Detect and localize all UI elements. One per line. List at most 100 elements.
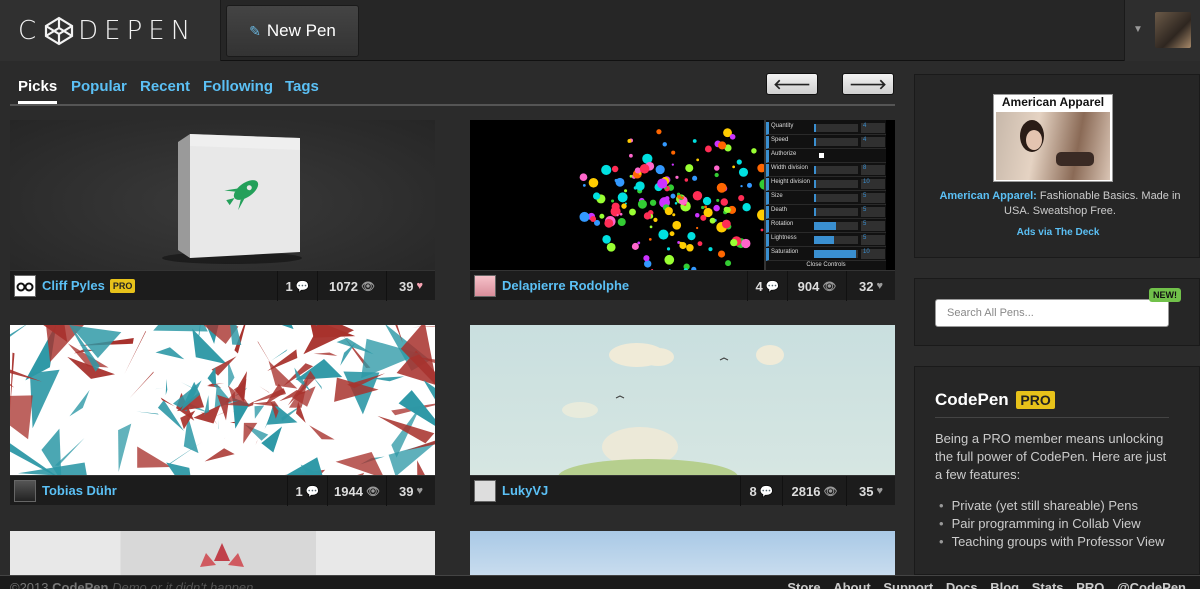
prev-page-button[interactable]: 🡐 [766, 73, 818, 95]
author-avatar[interactable] [14, 480, 36, 502]
eye-icon: 👁 [823, 485, 838, 498]
author-avatar[interactable] [474, 275, 496, 297]
footer-link-docs[interactable]: Docs [946, 580, 978, 589]
pen-card-partial[interactable] [470, 531, 895, 575]
control-row[interactable]: Lightness 5 [766, 234, 886, 247]
shards-preview [10, 325, 435, 475]
comments-count[interactable]: 4 💬 [747, 271, 787, 301]
footer-copyright: ©2013 CodePen Demo or it didn't happen. [10, 580, 257, 589]
footer-link-twitter[interactable]: @CodePen [1117, 580, 1186, 589]
tab-popular[interactable]: Popular [71, 78, 127, 95]
user-menu[interactable]: ▼ [1124, 0, 1200, 61]
tab-recent[interactable]: Recent [140, 78, 190, 95]
ad-box: American Apparel American Apparel: Fashi… [914, 74, 1200, 258]
author-avatar[interactable] [474, 480, 496, 502]
control-label: Width division [771, 165, 809, 171]
tab-tags[interactable]: Tags [285, 78, 319, 95]
eye-icon: 👁 [822, 280, 837, 293]
control-slider[interactable] [814, 236, 858, 244]
author-link[interactable]: LukyVJ [502, 483, 548, 498]
control-value: 5 [861, 193, 885, 203]
control-slider[interactable] [814, 138, 858, 146]
comments-count[interactable]: 1 💬 [287, 476, 327, 506]
control-row[interactable]: Authorize [766, 150, 886, 163]
heart-icon: ♥ [876, 485, 883, 497]
author-link[interactable]: Cliff Pyles PRO [42, 278, 136, 293]
comments-value: 4 [755, 278, 763, 294]
views-count: 1072 👁 [317, 271, 386, 301]
likes-count[interactable]: 35 ♥ [846, 476, 895, 506]
codepen-logo[interactable]: C DEPEN [0, 0, 221, 61]
likes-count[interactable]: 39 ♥ [386, 271, 435, 301]
author-avatar[interactable] [14, 275, 36, 297]
comments-count[interactable]: 1 💬 [277, 271, 317, 301]
comment-icon: 💬 [759, 485, 774, 498]
pro-badge: PRO [109, 279, 136, 293]
comments-count[interactable]: 8 💬 [740, 476, 782, 506]
ads-via-link[interactable]: Ads via The Deck [915, 227, 1200, 238]
control-slider[interactable] [814, 166, 858, 174]
tab-picks[interactable]: Picks [18, 78, 58, 104]
control-row[interactable]: Speed 4 [766, 136, 886, 149]
footer-link-about[interactable]: About [833, 580, 871, 589]
ad-link[interactable]: American Apparel: [939, 190, 1036, 202]
pen-card[interactable]: Tobias Dühr 1 💬 1944 👁 39 ♥ [10, 325, 435, 506]
footer-link-stats[interactable]: Stats [1032, 580, 1064, 589]
search-input[interactable]: Search All Pens... [935, 299, 1169, 327]
ad-image[interactable]: American Apparel [993, 94, 1113, 182]
control-slider[interactable] [814, 124, 858, 132]
user-avatar[interactable] [1155, 12, 1191, 48]
control-row[interactable]: Quantity 4 [766, 122, 886, 135]
heart-icon: ♥ [416, 280, 423, 292]
control-slider[interactable] [814, 180, 858, 188]
author-link[interactable]: Delapierre Rodolphe [502, 278, 629, 293]
close-controls-button[interactable]: Close Controls [766, 262, 886, 268]
pen-card[interactable]: Quantity 4 Speed 4 Authorize Width division 8 H… [470, 120, 895, 301]
views-count: 904 👁 [787, 271, 846, 301]
pen-card[interactable]: Cliff Pyles PRO 1 💬 1072 👁 39 ♥ [10, 120, 435, 301]
pro-box: CodePen PRO Being a PRO member means unl… [914, 366, 1200, 575]
control-slider[interactable] [814, 222, 858, 230]
control-slider-fill [814, 124, 817, 132]
pen-thumbnail[interactable] [470, 325, 895, 475]
heart-icon: ♥ [876, 280, 883, 292]
control-value: 5 [861, 207, 885, 217]
control-row[interactable]: Rotation 5 [766, 220, 886, 233]
likes-count[interactable]: 39 ♥ [386, 476, 435, 506]
pen-card-partial[interactable] [10, 531, 435, 575]
pen-thumbnail[interactable] [10, 120, 435, 270]
new-pen-button[interactable]: ✎ New Pen [226, 5, 359, 57]
ad-photo [996, 112, 1110, 180]
divider [935, 417, 1169, 418]
pen-thumbnail[interactable] [10, 325, 435, 475]
footer-link-blog[interactable]: Blog [990, 580, 1019, 589]
control-row[interactable]: Death 5 [766, 206, 886, 219]
pro-intro: Being a PRO member means unlocking the f… [935, 431, 1167, 482]
control-slider[interactable] [814, 194, 858, 202]
control-row[interactable]: Width division 8 [766, 164, 886, 177]
control-row[interactable]: Saturation 10 [766, 248, 886, 261]
control-row[interactable]: Size 5 [766, 192, 886, 205]
control-value: 10 [861, 179, 885, 189]
footer-link-store[interactable]: Store [787, 580, 820, 589]
next-page-button[interactable]: 🡒 [842, 73, 894, 95]
control-slider[interactable] [814, 208, 858, 216]
pen-thumbnail[interactable]: Quantity 4 Speed 4 Authorize Width division 8 H… [470, 120, 895, 270]
tab-following[interactable]: Following [203, 78, 273, 95]
control-row[interactable]: Height division 10 [766, 178, 886, 191]
likes-count[interactable]: 32 ♥ [846, 271, 895, 301]
control-checkbox[interactable] [819, 153, 824, 158]
caret-down-icon[interactable]: ▼ [1133, 24, 1143, 35]
control-label: Death [771, 207, 788, 213]
pen-card[interactable]: LukyVJ 8 💬 2816 👁 35 ♥ [470, 325, 895, 506]
control-slider-fill [814, 180, 817, 188]
views-count: 1944 👁 [327, 476, 386, 506]
author-link[interactable]: Tobias Dühr [42, 483, 117, 498]
views-value: 2816 [791, 483, 821, 499]
footer-link-support[interactable]: Support [883, 580, 933, 589]
control-slider[interactable] [814, 250, 858, 258]
copyright-year: ©2013 [10, 580, 49, 589]
footer-link-pro[interactable]: PRO [1076, 580, 1104, 589]
pen-meta: LukyVJ 8 💬 2816 👁 35 ♥ [470, 475, 895, 506]
pro-title-text: CodePen [935, 390, 1009, 409]
